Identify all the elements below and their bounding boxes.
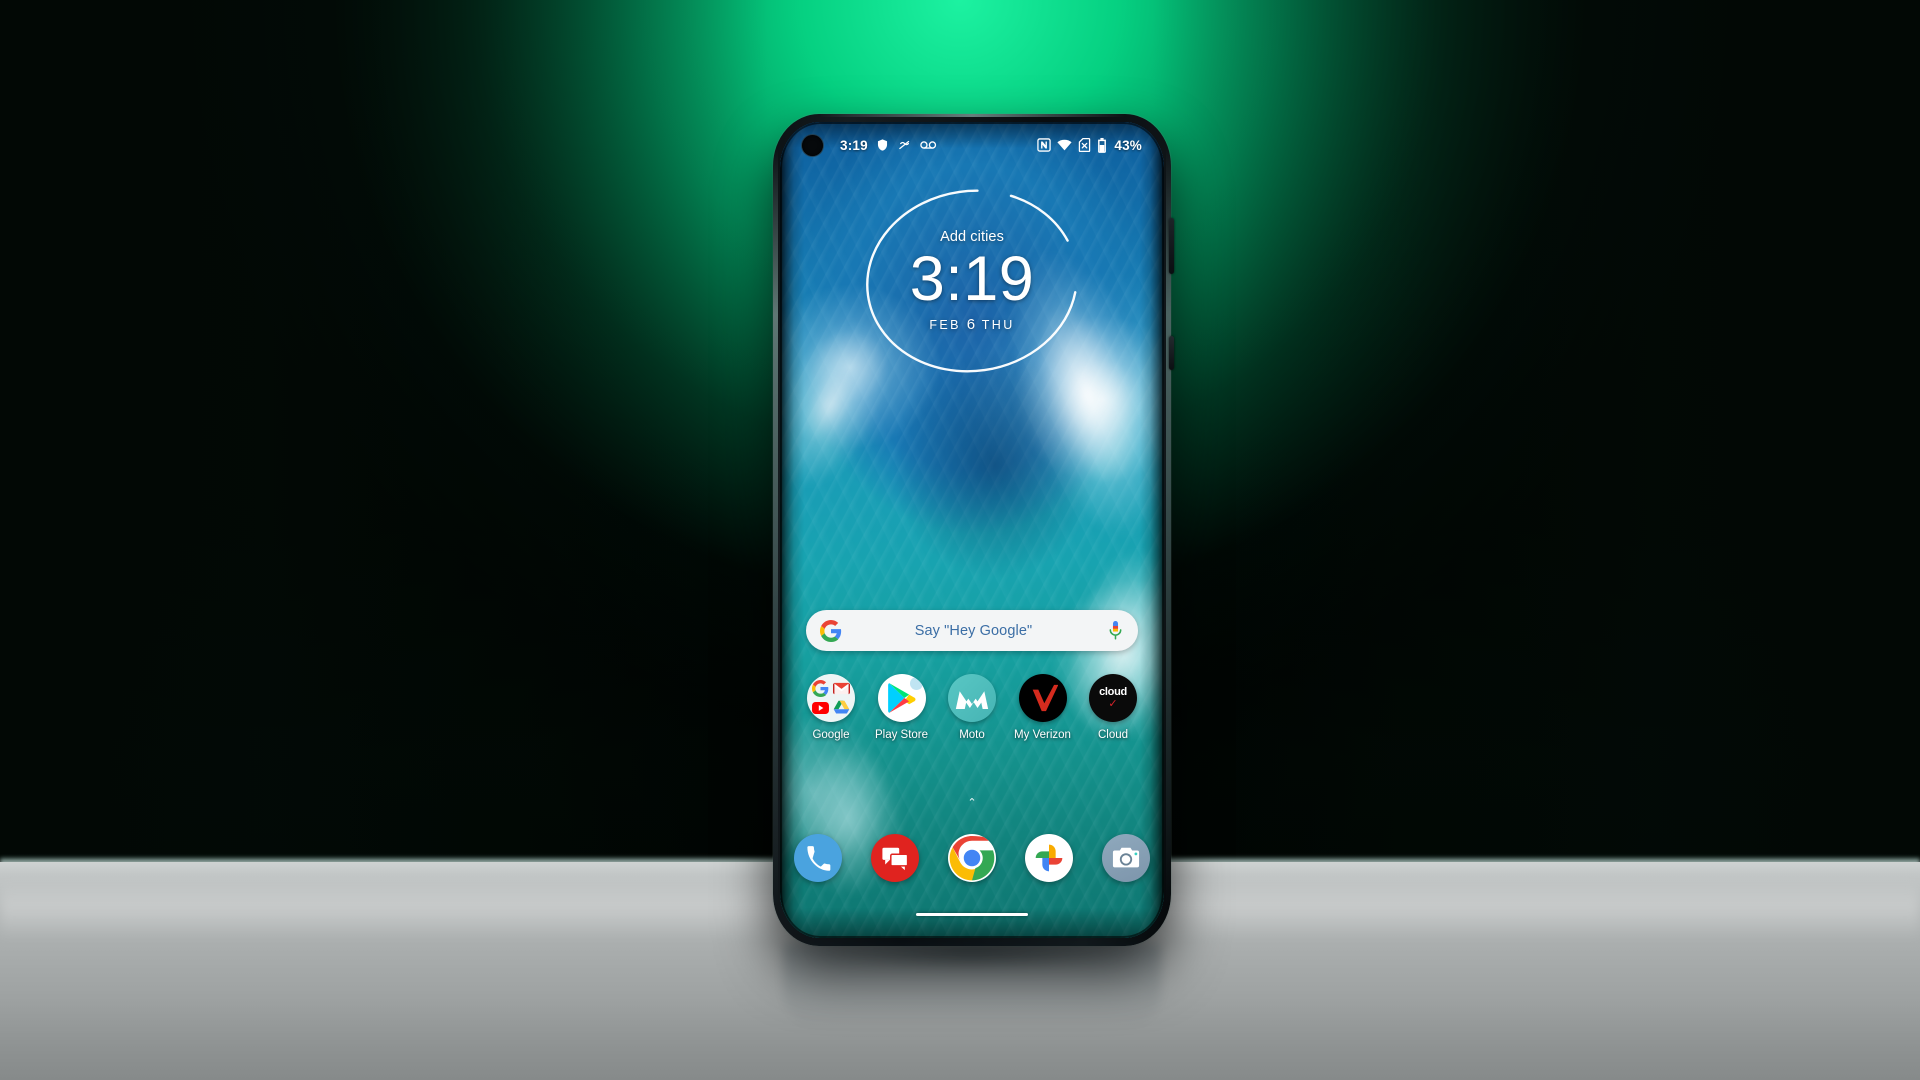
clock-widget[interactable]: Add cities 3:19 FEB 6 THU — [864, 188, 1080, 374]
vibrate-icon — [897, 138, 912, 152]
gmail-icon — [832, 679, 851, 698]
status-bar-left: 3:19 — [802, 134, 937, 156]
clock-date-month: FEB — [929, 317, 961, 332]
dock — [794, 834, 1150, 882]
play-store-badge — [909, 677, 923, 690]
messages-icon[interactable] — [871, 834, 919, 882]
google-folder-icon[interactable] — [807, 674, 855, 722]
moto-icon[interactable] — [948, 674, 996, 722]
play-store-icon[interactable] — [877, 674, 926, 722]
chassis-highlight-left — [773, 148, 778, 906]
clock-widget-content: Add cities 3:19 FEB 6 THU — [864, 188, 1080, 374]
clock-date-weekday: THU — [981, 317, 1015, 332]
app-label: Play Store — [874, 729, 929, 741]
youtube-icon — [811, 698, 830, 717]
search-placeholder[interactable]: Say "Hey Google" — [842, 623, 1107, 639]
google-search-bar[interactable]: Say "Hey Google" — [806, 610, 1138, 651]
clock-date: FEB 6 THU — [929, 316, 1014, 333]
status-bar[interactable]: 3:19 43% — [780, 134, 1164, 156]
voicemail-icon — [920, 138, 937, 152]
nfc-icon — [1037, 138, 1052, 152]
app-grid-row: Google Play Store Moto My Verizon cloud … — [796, 674, 1148, 741]
status-bar-right: 43% — [1037, 137, 1142, 153]
cloud-wordmark: cloud — [1099, 685, 1127, 698]
google-g-logo-icon — [820, 619, 842, 642]
battery-percent: 43% — [1114, 137, 1142, 153]
phone-icon[interactable] — [794, 834, 842, 882]
app-label: Cloud — [1097, 729, 1129, 741]
chrome-icon[interactable] — [948, 834, 996, 882]
wallpaper-foam-bottom — [780, 709, 934, 938]
clock-date-day: 6 — [966, 315, 977, 333]
product-photo-scene: 3:19 43% Add cities 3:19 FEB 6 THU Say "… — [0, 0, 1920, 1080]
app-play-store[interactable]: Play Store — [867, 674, 937, 741]
phone-screen[interactable]: 3:19 43% Add cities 3:19 FEB 6 THU Say "… — [780, 122, 1164, 938]
app-label: Moto — [959, 729, 985, 741]
device-reflection — [783, 944, 1161, 1030]
chassis-highlight-top — [819, 114, 1125, 117]
google-drive-icon — [832, 698, 851, 717]
camera-icon[interactable] — [1102, 834, 1150, 882]
app-label: My Verizon — [1014, 729, 1071, 741]
app-google[interactable]: Google — [796, 674, 866, 741]
microphone-icon[interactable] — [1107, 620, 1124, 641]
app-cloud[interactable]: cloud ✓ Cloud — [1078, 674, 1148, 741]
google-g-mini-icon — [811, 679, 830, 698]
app-drawer-chevron-icon[interactable]: ⌃ — [780, 798, 1164, 809]
home-gesture-bar[interactable] — [916, 912, 1028, 916]
app-moto[interactable]: Moto — [937, 674, 1007, 741]
app-my-verizon[interactable]: My Verizon — [1008, 674, 1078, 741]
battery-icon — [1097, 137, 1107, 153]
cloud-icon[interactable]: cloud ✓ — [1089, 674, 1137, 722]
photos-icon[interactable] — [1025, 834, 1073, 882]
power-button[interactable] — [1169, 336, 1174, 370]
cloud-check-icon: ✓ — [1108, 697, 1118, 710]
no-sim-icon — [1078, 138, 1091, 152]
phone-device: 3:19 43% Add cities 3:19 FEB 6 THU Say "… — [773, 114, 1174, 946]
volume-rocker[interactable] — [1169, 218, 1174, 274]
add-cities-label[interactable]: Add cities — [940, 229, 1004, 245]
clock-time: 3:19 — [909, 244, 1035, 315]
verizon-checkmark-icon[interactable] — [1018, 674, 1067, 722]
punch-hole-camera-icon — [802, 134, 823, 156]
status-clock: 3:19 — [840, 137, 868, 153]
shield-icon — [876, 138, 889, 152]
app-label: Google — [812, 729, 850, 741]
wifi-icon — [1057, 139, 1072, 151]
